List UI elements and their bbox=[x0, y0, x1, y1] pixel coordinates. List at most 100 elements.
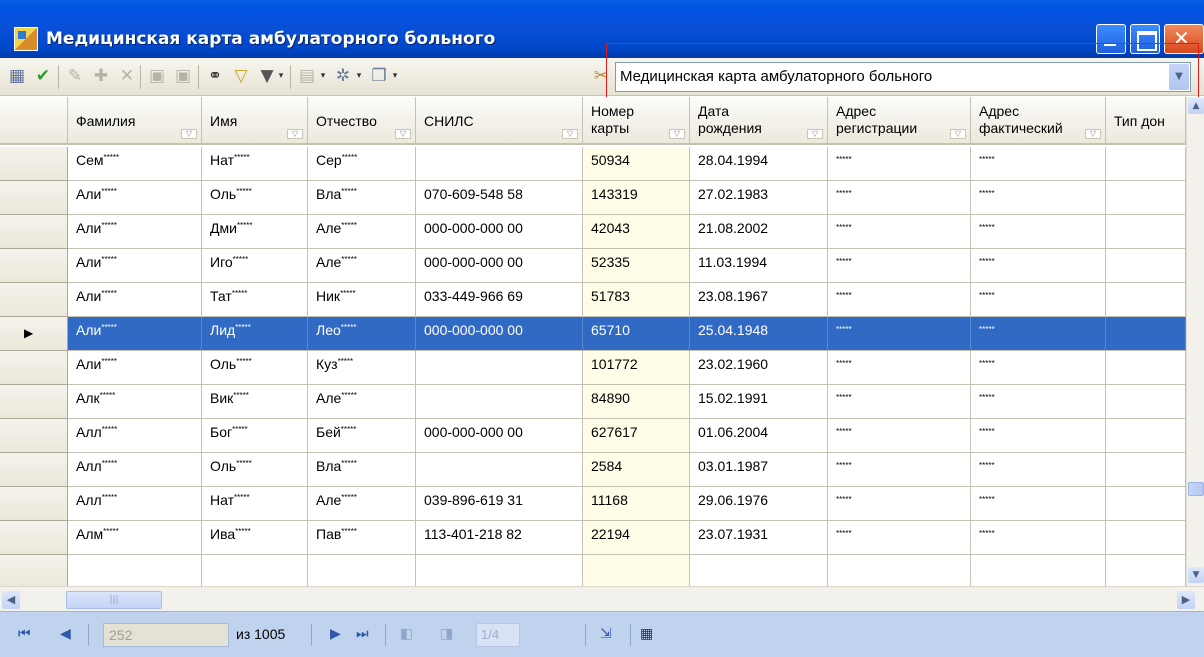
table-cell[interactable]: 070-609-548 58 bbox=[416, 181, 583, 215]
table-cell[interactable]: 000-000-000 00 bbox=[416, 215, 583, 249]
table-cell[interactable]: Али***** bbox=[68, 215, 202, 249]
column-filter-icon[interactable]: ▽ bbox=[395, 129, 411, 139]
table-cell[interactable]: ***** bbox=[828, 487, 971, 521]
row-selector[interactable] bbox=[0, 419, 68, 453]
table-row[interactable] bbox=[68, 555, 1186, 586]
scroll-left-icon[interactable]: ◀ bbox=[2, 591, 20, 609]
table-cell[interactable]: Оль***** bbox=[202, 351, 308, 385]
table-cell[interactable] bbox=[416, 385, 583, 419]
table-cell[interactable]: ***** bbox=[828, 181, 971, 215]
table-row[interactable]: Али***** Лид***** Лео***** 000-000-000 00 65… bbox=[68, 317, 1186, 351]
column-filter-icon[interactable]: ▽ bbox=[562, 129, 578, 139]
table-cell[interactable]: 50934 bbox=[583, 147, 690, 181]
table-cell[interactable] bbox=[1106, 317, 1186, 351]
table-cell[interactable]: Вла***** bbox=[308, 453, 416, 487]
page-prev-icon[interactable]: ◨ bbox=[440, 624, 453, 644]
table-cell[interactable] bbox=[1106, 147, 1186, 181]
table-row[interactable]: Алл***** Нат***** Але***** 039-896-619 31 11… bbox=[68, 487, 1186, 521]
table-cell[interactable]: 03.01.1987 bbox=[690, 453, 828, 487]
table-cell[interactable]: 28.04.1994 bbox=[690, 147, 828, 181]
table-cell[interactable]: Нат***** bbox=[202, 147, 308, 181]
table-cell[interactable]: ***** bbox=[971, 181, 1106, 215]
horizontal-scroll-thumb[interactable]: ||| bbox=[66, 591, 162, 609]
table-cell[interactable]: 25.04.1948 bbox=[690, 317, 828, 351]
save-icon[interactable]: ▣ bbox=[146, 65, 168, 87]
table-cell[interactable]: Тат***** bbox=[202, 283, 308, 317]
table-cell[interactable]: 01.06.2004 bbox=[690, 419, 828, 453]
table-cell[interactable] bbox=[1106, 453, 1186, 487]
table-cell[interactable]: ***** bbox=[971, 385, 1106, 419]
grid-settings-icon[interactable]: ▦ bbox=[6, 65, 28, 87]
table-cell[interactable]: Ник***** bbox=[308, 283, 416, 317]
export-icon[interactable]: ⇲ bbox=[600, 624, 612, 644]
table-cell[interactable]: ***** bbox=[828, 283, 971, 317]
table-cell[interactable] bbox=[1106, 283, 1186, 317]
table-cell[interactable]: ***** bbox=[971, 351, 1106, 385]
settings-dropdown-icon[interactable]: ▾ bbox=[354, 65, 364, 87]
table-cell[interactable]: Але***** bbox=[308, 385, 416, 419]
table-view-icon[interactable]: ▦ bbox=[640, 624, 653, 644]
table-cell[interactable] bbox=[828, 555, 971, 586]
table-cell[interactable]: Бог***** bbox=[202, 419, 308, 453]
settings-gear-icon[interactable]: ✲ bbox=[332, 65, 354, 87]
vertical-scrollbar[interactable]: ▲ ▼ bbox=[1186, 97, 1204, 586]
row-selector[interactable] bbox=[0, 147, 68, 181]
table-cell[interactable]: 11168 bbox=[583, 487, 690, 521]
table-cell[interactable]: ***** bbox=[971, 283, 1106, 317]
table-cell[interactable]: 15.02.1991 bbox=[690, 385, 828, 419]
close-button[interactable] bbox=[1164, 24, 1204, 54]
table-cell[interactable]: Оль***** bbox=[202, 181, 308, 215]
clear-icon[interactable]: ✂ bbox=[590, 65, 612, 87]
table-cell[interactable]: Лид***** bbox=[202, 317, 308, 351]
report-icon[interactable]: ▤ bbox=[296, 65, 318, 87]
table-cell[interactable] bbox=[1106, 419, 1186, 453]
row-selector[interactable]: ▶ bbox=[0, 317, 68, 351]
table-cell[interactable]: 113-401-218 82 bbox=[416, 521, 583, 555]
column-filter-icon[interactable]: ▽ bbox=[181, 129, 197, 139]
row-selector[interactable] bbox=[0, 487, 68, 521]
last-record-icon[interactable]: ⏭ bbox=[356, 624, 369, 644]
first-record-icon[interactable]: ⏮ bbox=[18, 624, 31, 644]
window-dropdown-icon[interactable]: ▾ bbox=[390, 65, 400, 87]
table-cell[interactable]: 52335 bbox=[583, 249, 690, 283]
table-cell[interactable]: ***** bbox=[971, 487, 1106, 521]
table-cell[interactable]: Али***** bbox=[68, 283, 202, 317]
chevron-down-icon[interactable]: ▼ bbox=[1169, 64, 1189, 90]
table-cell[interactable]: 000-000-000 00 bbox=[416, 419, 583, 453]
table-cell[interactable]: 033-449-966 69 bbox=[416, 283, 583, 317]
table-cell[interactable]: Алк***** bbox=[68, 385, 202, 419]
scroll-right-icon[interactable]: ▶ bbox=[1177, 591, 1195, 609]
table-cell[interactable]: 627617 bbox=[583, 419, 690, 453]
row-selector[interactable] bbox=[0, 283, 68, 317]
table-row[interactable]: Али***** Иго***** Але***** 000-000-000 00 52… bbox=[68, 249, 1186, 283]
table-cell[interactable]: ***** bbox=[971, 317, 1106, 351]
row-selector[interactable] bbox=[0, 249, 68, 283]
table-cell[interactable]: 2584 bbox=[583, 453, 690, 487]
table-cell[interactable] bbox=[1106, 487, 1186, 521]
delete-icon[interactable]: ✕ bbox=[116, 65, 138, 87]
table-cell[interactable] bbox=[308, 555, 416, 586]
table-row[interactable]: Алк***** Вик***** Але***** 84890 15.02.1991 *… bbox=[68, 385, 1186, 419]
table-cell[interactable]: 22194 bbox=[583, 521, 690, 555]
page-first-icon[interactable]: ◧ bbox=[400, 624, 413, 644]
table-row[interactable]: Али***** Оль***** Куз***** 101772 23.02.1960… bbox=[68, 351, 1186, 385]
table-cell[interactable]: 23.08.1967 bbox=[690, 283, 828, 317]
table-cell[interactable]: Ива***** bbox=[202, 521, 308, 555]
table-cell[interactable] bbox=[68, 555, 202, 586]
filter-dropdown-icon[interactable]: ▾ bbox=[276, 65, 286, 87]
table-row[interactable]: Алл***** Оль***** Вла***** 2584 03.01.1987 **… bbox=[68, 453, 1186, 487]
table-cell[interactable]: ***** bbox=[971, 249, 1106, 283]
table-cell[interactable]: 29.06.1976 bbox=[690, 487, 828, 521]
table-cell[interactable]: Али***** bbox=[68, 351, 202, 385]
table-row[interactable]: Али***** Дми***** Але***** 000-000-000 00 42… bbox=[68, 215, 1186, 249]
table-cell[interactable]: Вик***** bbox=[202, 385, 308, 419]
table-cell[interactable] bbox=[1106, 351, 1186, 385]
table-cell[interactable]: ***** bbox=[828, 317, 971, 351]
row-selector[interactable] bbox=[0, 181, 68, 215]
table-cell[interactable]: ***** bbox=[828, 147, 971, 181]
row-selector[interactable] bbox=[0, 385, 68, 419]
table-cell[interactable] bbox=[690, 555, 828, 586]
table-cell[interactable]: 23.02.1960 bbox=[690, 351, 828, 385]
table-cell[interactable]: 11.03.1994 bbox=[690, 249, 828, 283]
table-cell[interactable]: Але***** bbox=[308, 249, 416, 283]
